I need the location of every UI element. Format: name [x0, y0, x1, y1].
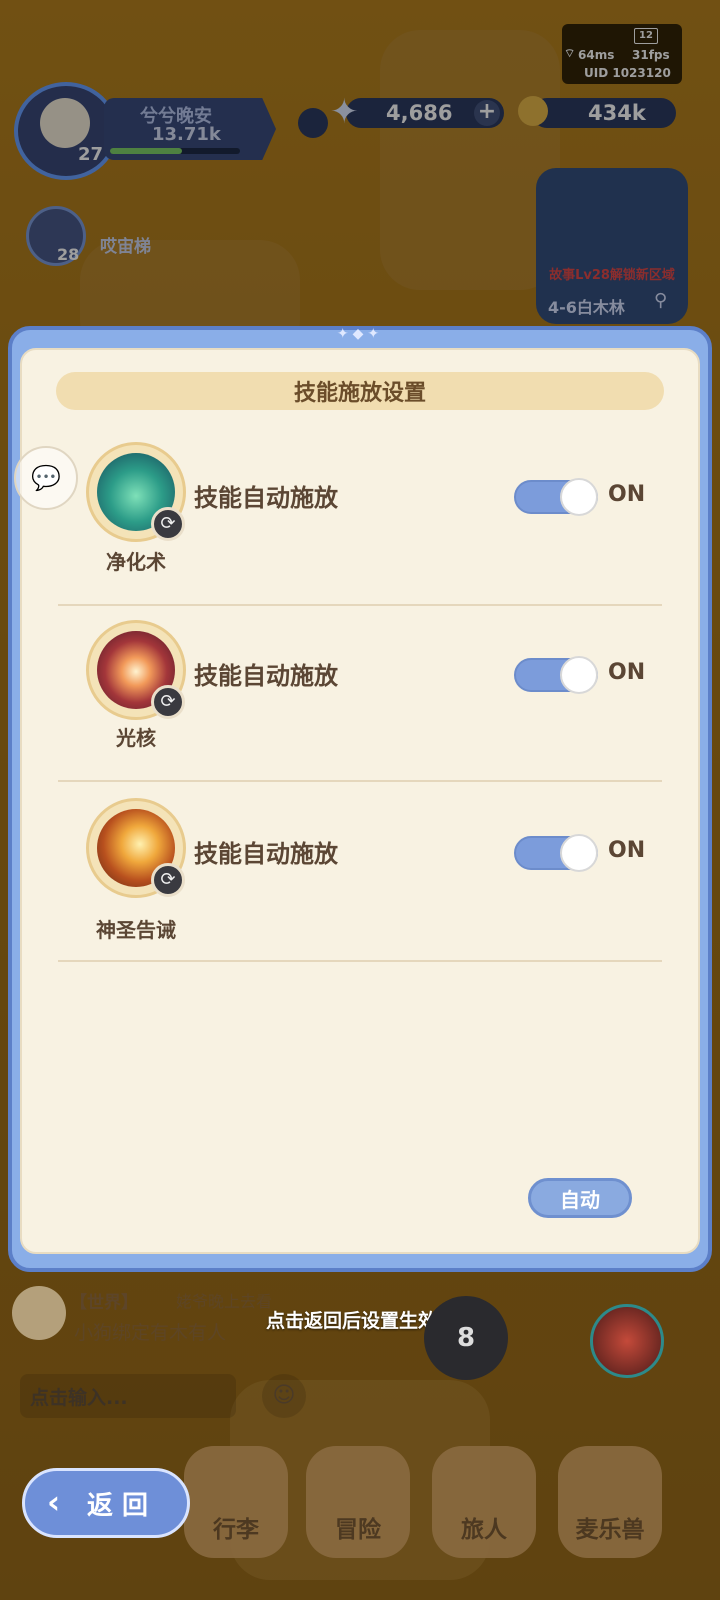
modal-title-bar: 技能施放设置: [56, 372, 664, 410]
skill-icon-light-core: ⟳: [86, 620, 186, 720]
toggle-state-label: ON: [608, 660, 646, 685]
nav-tab-baggage[interactable]: 行李: [184, 1446, 288, 1558]
chat-channel: 【世界】: [70, 1293, 138, 1313]
back-arrow-icon: ‹: [47, 1483, 61, 1521]
auto-cast-label: 技能自动施放: [194, 662, 338, 690]
auto-cast-label: 技能自动施放: [194, 484, 338, 512]
auto-cast-toggle[interactable]: [514, 834, 598, 872]
skill-icon-purify: ⟳: [86, 442, 186, 542]
toggle-state-label: ON: [608, 482, 646, 507]
auto-cast-toggle[interactable]: [514, 656, 598, 694]
chat-message: 小狗绑定有木有人: [74, 1322, 227, 1344]
chat-input[interactable]: 点击输入...: [20, 1374, 236, 1418]
skill-icon-holy-warning: ⟳: [86, 798, 186, 898]
skill-name: 净化术: [106, 550, 166, 574]
refresh-icon: ⟳: [151, 507, 185, 541]
back-button[interactable]: ‹ 返 回: [22, 1468, 190, 1538]
skill-slot[interactable]: [590, 1304, 664, 1378]
auto-cast-label: 技能自动施放: [194, 840, 338, 868]
auto-cast-toggle[interactable]: [514, 478, 598, 516]
refresh-icon: ⟳: [151, 863, 185, 897]
toggle-state-label: ON: [608, 838, 646, 863]
divider: [58, 960, 662, 962]
emoji-button[interactable]: ☺: [262, 1374, 306, 1418]
divider: [58, 780, 662, 782]
skill-name: 神圣告诫: [96, 918, 176, 942]
nav-tab-traveler[interactable]: 旅人: [432, 1446, 536, 1558]
toggle-knob: [560, 834, 598, 872]
skill-slot[interactable]: 8: [424, 1296, 508, 1380]
divider: [58, 604, 662, 606]
chat-avatar[interactable]: [12, 1286, 66, 1340]
settings-hint: 点击返回后设置生效: [266, 1310, 438, 1332]
skill-name: 光核: [116, 726, 156, 750]
modal-top-ornament: ✦◆✦: [336, 326, 384, 342]
refresh-icon: ⟳: [151, 685, 185, 719]
toggle-knob: [560, 656, 598, 694]
nav-tab-adventure[interactable]: 冒险: [306, 1446, 410, 1558]
auto-button[interactable]: 自动: [528, 1178, 632, 1218]
chat-bubble-button[interactable]: 💬: [14, 446, 78, 510]
back-label: 返 回: [87, 1490, 149, 1521]
chat-sender: 姥爷晚上去看: [176, 1292, 273, 1311]
toggle-knob: [560, 478, 598, 516]
nav-tab-pet[interactable]: 麦乐兽: [558, 1446, 662, 1558]
modal-title: 技能施放设置: [293, 381, 426, 406]
